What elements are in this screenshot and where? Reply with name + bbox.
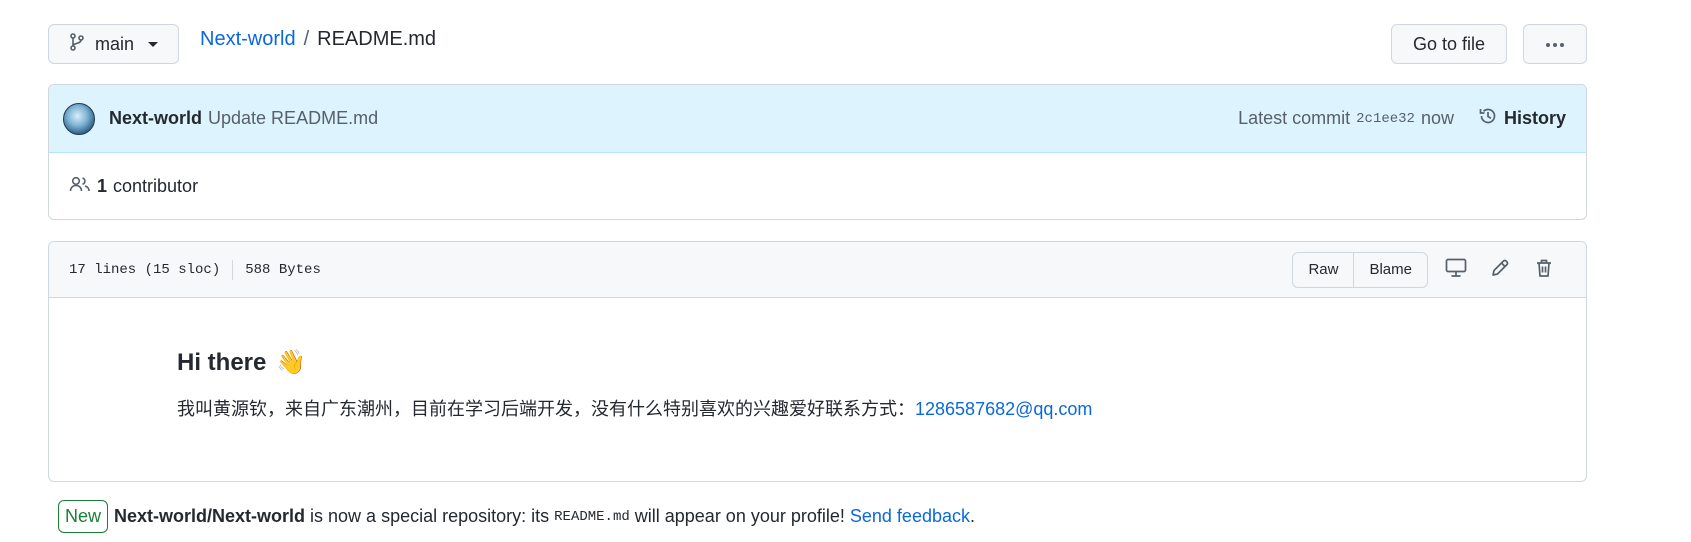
- readme-heading: Hi there 👋: [177, 348, 1586, 377]
- notice-end: .: [969, 506, 975, 526]
- blame-button[interactable]: Blame: [1353, 252, 1427, 287]
- file-header-row: main Next-world / README.md Go to file: [48, 24, 1587, 66]
- divider: [232, 259, 234, 280]
- breadcrumb-separator: /: [303, 28, 310, 50]
- go-to-file-button[interactable]: Go to file: [1391, 24, 1507, 64]
- breadcrumb: Next-world / README.md: [200, 28, 436, 51]
- avatar[interactable]: [63, 102, 95, 135]
- commit-meta: Latest commit 2c1ee32 now History: [1238, 106, 1566, 131]
- breadcrumb-repo-link[interactable]: Next-world: [200, 28, 296, 51]
- send-feedback-link[interactable]: Send feedback: [850, 506, 970, 527]
- history-label: History: [1503, 108, 1566, 128]
- notice-repo-name: Next-world/Next-world: [114, 506, 306, 526]
- commit-header: Next-world Update README.md Latest commi…: [49, 85, 1586, 153]
- commit-message-link[interactable]: Update README.md: [208, 108, 378, 129]
- readme-paragraph-text: 我叫黄源钦，来自广东潮州，目前在学习后端开发，没有什么特别喜欢的兴趣爱好联系方式…: [177, 399, 915, 419]
- file-actions: Raw Blame: [1292, 251, 1566, 288]
- latest-commit-label: Latest commit: [1238, 108, 1351, 128]
- commit-author-link[interactable]: Next-world: [109, 108, 202, 129]
- raw-blame-group: Raw Blame: [1292, 251, 1428, 288]
- file-size: 588 Bytes: [245, 261, 321, 278]
- waving-hand-icon: 👋: [276, 349, 307, 376]
- readme-paragraph: 我叫黄源钦，来自广东潮州，目前在学习后端开发，没有什么特别喜欢的兴趣爱好联系方式…: [177, 395, 1586, 421]
- delete-button[interactable]: [1522, 253, 1566, 287]
- email-link[interactable]: 1286587682@qq.com: [915, 399, 1092, 419]
- new-badge: New: [58, 500, 109, 533]
- commit-time: now: [1420, 108, 1454, 128]
- pencil-icon: [1490, 258, 1510, 281]
- readme-heading-text: Hi there: [177, 348, 267, 376]
- breadcrumb-file: README.md: [317, 28, 437, 50]
- notice-text-1: is now a special repository: its: [310, 506, 550, 526]
- commit-sha-link[interactable]: 2c1ee32: [1356, 111, 1415, 127]
- contributor-count: 1: [97, 175, 108, 196]
- caret-down-icon: [148, 41, 159, 47]
- readme-content: Hi there 👋 我叫黄源钦，来自广东潮州，目前在学习后端开发，没有什么特别…: [49, 298, 1586, 421]
- file-content-box: 17 lines (15 sloc) 588 Bytes Raw Blame H…: [48, 241, 1587, 482]
- people-icon: [69, 175, 91, 198]
- contributors-row[interactable]: 1 contributor: [49, 153, 1586, 219]
- more-options-button[interactable]: [1523, 24, 1587, 64]
- notice-text-2: will appear on your profile!: [634, 506, 845, 526]
- history-link[interactable]: History: [1478, 106, 1566, 131]
- file-info-bar: 17 lines (15 sloc) 588 Bytes Raw Blame: [49, 242, 1586, 298]
- display-button[interactable]: [1434, 253, 1478, 287]
- trash-icon: [1535, 258, 1553, 281]
- contributor-label: contributor: [113, 175, 199, 196]
- file-lines: 17 lines (15 sloc): [69, 261, 221, 278]
- special-repo-notice: New Next-world/Next-world is now a speci…: [58, 500, 975, 533]
- history-icon: [1478, 106, 1498, 131]
- notice-code: README.md: [554, 508, 630, 525]
- desktop-icon: [1445, 258, 1467, 281]
- kebab-horizontal-icon: [1545, 35, 1565, 53]
- edit-button[interactable]: [1478, 253, 1522, 287]
- branch-name: main: [95, 33, 135, 54]
- raw-button[interactable]: Raw: [1293, 253, 1353, 287]
- branch-select-button[interactable]: main: [48, 24, 179, 64]
- git-branch-icon: [69, 32, 85, 56]
- file-info: 17 lines (15 sloc) 588 Bytes: [69, 259, 321, 280]
- latest-commit-box: Next-world Update README.md Latest commi…: [48, 84, 1587, 220]
